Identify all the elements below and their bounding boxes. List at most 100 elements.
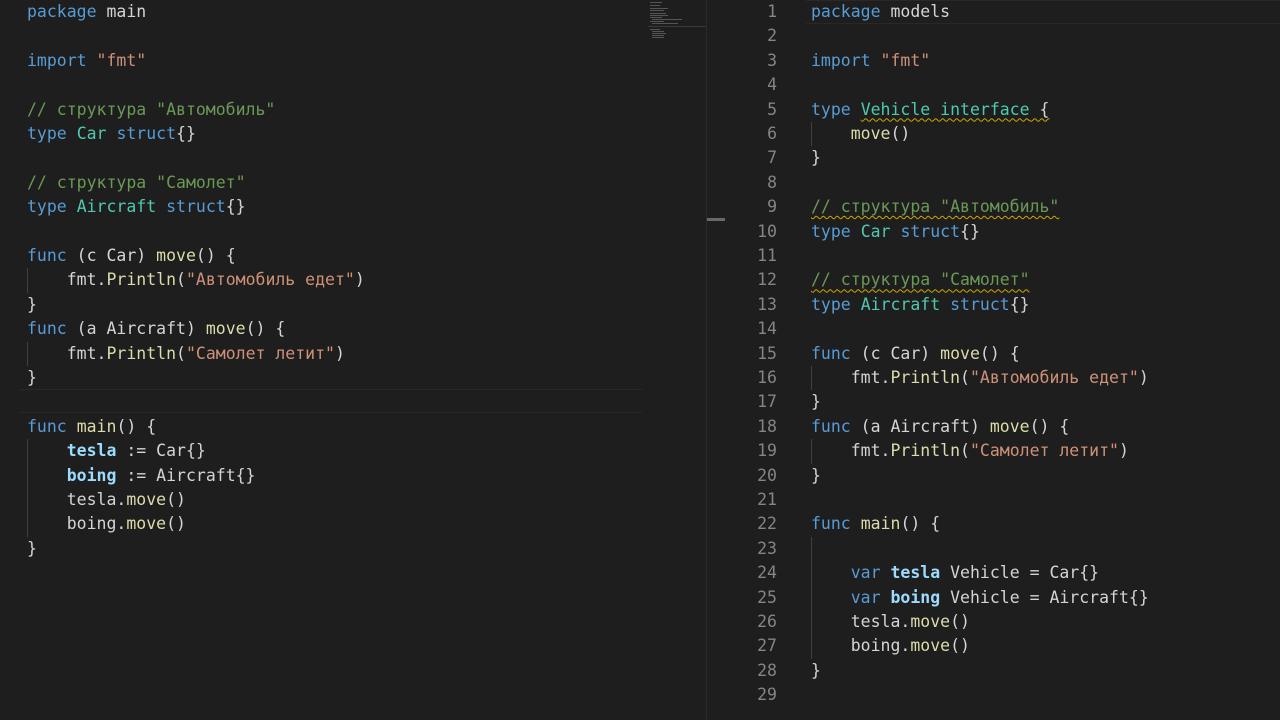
code-line[interactable]: 12 // структура "Самолет" (726, 268, 1280, 292)
code-line[interactable]: type Car struct{} (0, 122, 706, 146)
code-text: var tesla Vehicle = Car{} (811, 561, 1099, 585)
code-line[interactable]: 26 tesla.move() (726, 610, 1280, 634)
code-line[interactable]: 11 (726, 244, 1280, 268)
split-divider[interactable] (706, 0, 726, 720)
code-text: // структура "Самолет" (811, 268, 1030, 292)
code-token: struct (116, 124, 177, 143)
code-text: tesla.move() (27, 488, 186, 512)
code-token: "Самолет летит" (969, 441, 1119, 461)
code-token: ) (1118, 441, 1129, 461)
code-line[interactable]: } (0, 537, 706, 561)
code-token: := Aircraft{} (116, 465, 256, 485)
code-text: tesla := Car{} (27, 439, 206, 463)
code-line[interactable]: 19 fmt.Println("Самолет летит") (726, 439, 1280, 463)
code-line[interactable]: 4 (726, 73, 1280, 97)
code-token: move (989, 416, 1030, 436)
code-line[interactable]: 17} (726, 390, 1280, 414)
code-line[interactable] (0, 146, 706, 170)
code-token: boing (890, 587, 941, 607)
line-number: 13 (757, 294, 777, 314)
line-number: 2 (767, 26, 777, 46)
code-token: move (910, 612, 951, 631)
code-line[interactable]: import "fmt" (0, 49, 706, 73)
code-token: move (205, 319, 246, 339)
code-line[interactable]: 22 func main() { (726, 512, 1280, 536)
code-line[interactable]: 23 (726, 537, 1280, 561)
code-line[interactable]: 5 type Vehicle interface { (726, 98, 1280, 122)
code-line[interactable]: 3 import "fmt" (726, 49, 1280, 73)
code-line[interactable]: package main (0, 0, 706, 24)
right-editor-pane[interactable]: 1 package models 2 3 import "fmt" 4 5 type Vehi… (726, 0, 1280, 720)
code-line[interactable]: 16 fmt.Println("Автомобиль едет") (726, 366, 1280, 390)
code-line[interactable] (0, 24, 706, 48)
code-line[interactable]: 21 (726, 488, 1280, 512)
code-line[interactable]: 28} (726, 659, 1280, 683)
code-token: Println (106, 270, 177, 290)
left-editor-pane[interactable]: package main import "fmt" // структура "Ав… (0, 0, 706, 720)
code-line[interactable]: 8 (726, 171, 1280, 195)
code-line[interactable] (0, 390, 706, 414)
code-line[interactable]: func (a Aircraft) move() { (0, 317, 706, 341)
code-token: } (811, 465, 821, 485)
code-line[interactable]: boing.move() (0, 512, 706, 536)
code-line[interactable]: func main() { (0, 415, 706, 439)
code-token: } (811, 148, 821, 168)
code-line[interactable]: 6 move() (726, 122, 1280, 146)
code-line[interactable]: 10 type Car struct{} (726, 220, 1280, 244)
code-text: fmt.Println("Самолет летит") (811, 439, 1129, 463)
code-line[interactable]: fmt.Println("Автомобиль едет") (0, 268, 706, 292)
indent-guide (27, 268, 28, 293)
code-line[interactable] (0, 220, 706, 244)
code-line[interactable]: type Aircraft struct{} (0, 195, 706, 219)
code-line[interactable]: 18 func (a Aircraft) move() { (726, 415, 1280, 439)
code-token: type (27, 124, 67, 143)
code-line[interactable]: 14 (726, 317, 1280, 341)
code-token: (c Car) (850, 343, 941, 363)
code-token: := Car{} (116, 441, 206, 461)
code-line[interactable]: 20} (726, 464, 1280, 488)
code-line[interactable]: } (0, 293, 706, 317)
code-line[interactable]: 13 type Aircraft struct{} (726, 293, 1280, 317)
code-token: package (811, 2, 881, 21)
code-line[interactable]: 25 var boing Vehicle = Aircraft{} (726, 586, 1280, 610)
code-line[interactable]: 24 var tesla Vehicle = Car{} (726, 561, 1280, 585)
code-line[interactable]: tesla.move() (0, 488, 706, 512)
code-token: var (850, 563, 881, 583)
code-line[interactable]: } (0, 366, 706, 390)
code-line[interactable]: tesla := Car{} (0, 439, 706, 463)
code-line[interactable]: 2 (726, 24, 1280, 48)
code-text: type Car struct{} (811, 220, 980, 244)
line-number: 1 (767, 2, 777, 21)
code-line[interactable]: 29 (726, 683, 1280, 707)
code-line[interactable]: 7} (726, 146, 1280, 170)
code-line[interactable]: func (c Car) move() { (0, 244, 706, 268)
code-token: move (910, 636, 951, 656)
line-number: 19 (757, 441, 777, 461)
code-line[interactable]: 1 package models (726, 0, 1280, 24)
line-number: 11 (757, 246, 777, 265)
code-token: } (27, 538, 37, 558)
code-line[interactable]: 15 func (c Car) move() { (726, 342, 1280, 366)
line-number: 20 (757, 465, 777, 485)
code-text: fmt.Println("Автомобиль едет") (27, 268, 365, 292)
code-text: // структура "Автомобиль" (27, 98, 275, 122)
code-line[interactable]: fmt.Println("Самолет летит") (0, 342, 706, 366)
code-token: boing. (27, 514, 127, 534)
line-number: 22 (757, 514, 777, 534)
code-token: models (880, 2, 951, 21)
code-line[interactable]: // структура "Самолет" (0, 171, 706, 195)
minimap[interactable] (648, 2, 706, 42)
line-number: 4 (767, 75, 777, 95)
code-line[interactable]: // структура "Автомобиль" (0, 98, 706, 122)
code-line[interactable]: boing := Aircraft{} (0, 464, 706, 488)
code-line[interactable]: 9 // структура "Автомобиль" (726, 195, 1280, 219)
code-line[interactable]: 27 boing.move() (726, 634, 1280, 658)
code-line[interactable] (0, 73, 706, 97)
